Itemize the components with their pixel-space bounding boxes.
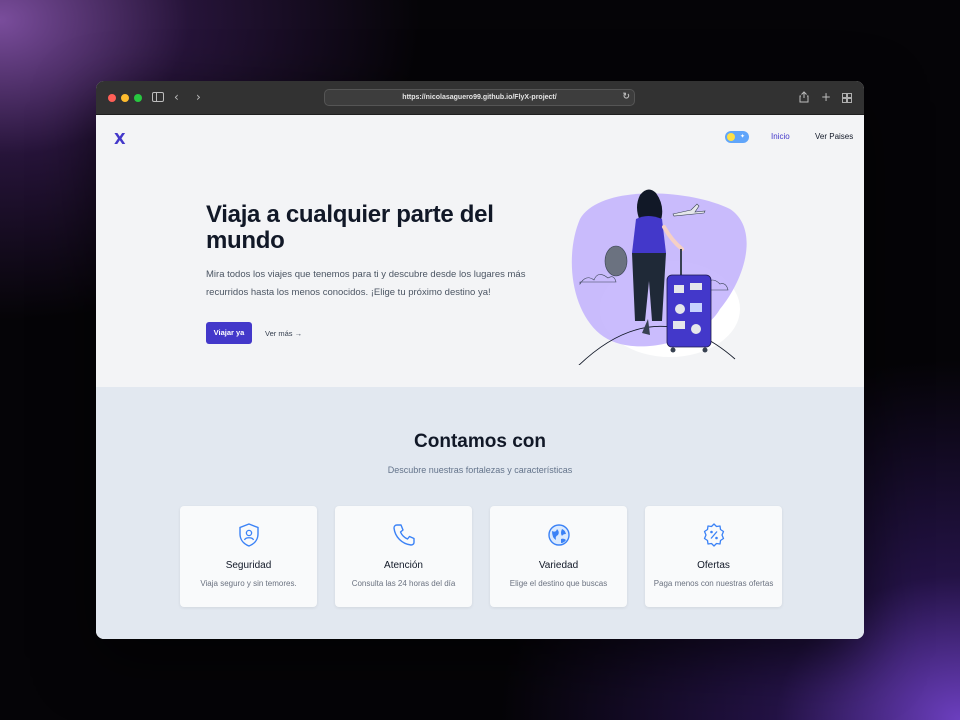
tab-overview-icon[interactable] <box>842 92 852 106</box>
feature-card-offers: Ofertas Paga menos con nuestras ofertas <box>645 506 782 607</box>
phone-icon <box>393 524 415 546</box>
suitcase-shape <box>666 274 712 348</box>
reload-icon[interactable]: ↻ <box>622 90 630 105</box>
browser-toolbar: ‹ › https://nicolasaguero99.github.io/Fl… <box>96 81 864 115</box>
shirt-shape <box>632 216 666 253</box>
hero-title: Viaja a cualquier parte del mundo <box>206 201 494 254</box>
globe-icon <box>548 524 570 546</box>
share-icon[interactable] <box>799 91 809 106</box>
feature-description: Paga menos con nuestras ofertas <box>653 579 774 588</box>
feature-title: Seguridad <box>225 560 272 571</box>
hero-description: Mira todos los viajes que tenemos para t… <box>206 269 526 298</box>
feature-title: Ofertas <box>697 560 730 571</box>
forward-icon[interactable]: › <box>196 90 201 104</box>
url-text: https://nicolasaguero99.github.io/FlyX-p… <box>402 94 557 101</box>
site-logo[interactable]: X <box>114 130 126 148</box>
sun-icon <box>727 133 735 141</box>
features-section: Contamos con Descubre nuestras fortaleza… <box>96 387 864 639</box>
traveler-illustration <box>571 189 747 365</box>
nav-link-countries[interactable]: Ver Paises <box>815 132 853 142</box>
hero-section: X ✦ Inicio Ver Paises Viaja a cualquier … <box>96 115 864 387</box>
back-icon[interactable]: ‹ <box>174 90 179 104</box>
feature-description: Elige el destino que buscas <box>509 579 608 588</box>
new-tab-icon[interactable]: + <box>821 90 831 104</box>
feature-card-support: Atención Consulta las 24 horas del día <box>335 506 472 607</box>
window-controls <box>108 94 142 102</box>
feature-description: Viaja seguro y sin temores. <box>200 579 297 588</box>
nav-link-home[interactable]: Inicio <box>771 132 790 142</box>
sidebar-icon[interactable] <box>152 91 164 105</box>
zoom-window-button[interactable] <box>134 94 142 102</box>
discount-badge-icon <box>703 523 725 547</box>
shield-user-icon <box>239 523 259 547</box>
see-more-link[interactable]: Ver más → <box>265 329 302 338</box>
features-subtitle: Descubre nuestras fortalezas y caracterí… <box>387 465 573 475</box>
theme-toggle[interactable]: ✦ <box>725 131 749 143</box>
feature-title: Atención <box>384 560 423 571</box>
features-title: Contamos con <box>414 431 546 452</box>
minimize-window-button[interactable] <box>121 94 129 102</box>
feature-card-security: Seguridad Viaja seguro y sin temores. <box>180 506 317 607</box>
close-window-button[interactable] <box>108 94 116 102</box>
star-icon: ✦ <box>739 133 745 140</box>
web-page: X ✦ Inicio Ver Paises Viaja a cualquier … <box>96 115 864 639</box>
feature-title: Variedad <box>538 560 579 571</box>
backpack-shape <box>604 245 628 277</box>
feature-description: Consulta las 24 horas del día <box>351 579 456 588</box>
travel-now-button[interactable]: Viajar ya <box>206 322 252 344</box>
address-bar[interactable]: https://nicolasaguero99.github.io/FlyX-p… <box>324 89 635 106</box>
browser-window: ‹ › https://nicolasaguero99.github.io/Fl… <box>96 81 864 639</box>
feature-card-variety: Variedad Elige el destino que buscas <box>490 506 627 607</box>
